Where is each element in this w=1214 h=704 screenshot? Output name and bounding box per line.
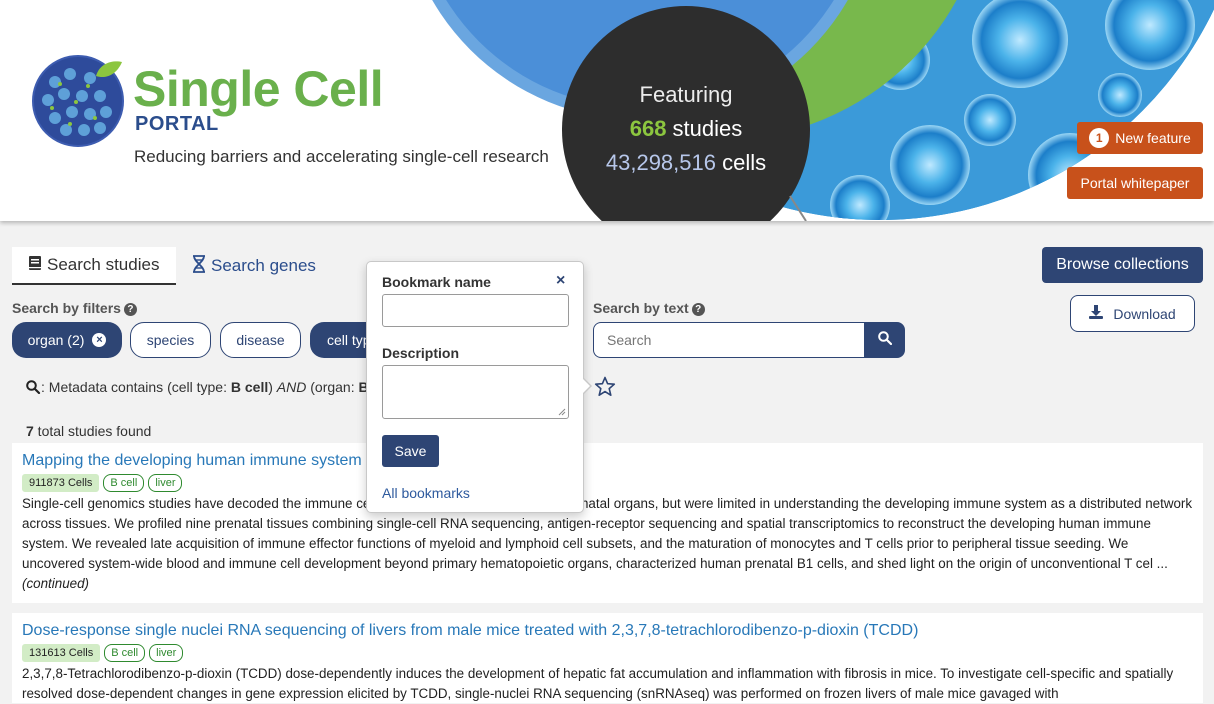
- logo-title: Single Cell: [133, 61, 384, 117]
- text-search-label: Search by text?: [593, 300, 705, 316]
- filter-pill-species[interactable]: species: [130, 322, 211, 358]
- text-search-label-text: Search by text: [593, 300, 689, 316]
- search-icon: [877, 330, 892, 350]
- study-title-link[interactable]: Dose-response single nuclei RNA sequenci…: [22, 621, 1193, 641]
- save-button[interactable]: Save: [382, 435, 439, 467]
- cell-type-badge: B cell: [104, 644, 146, 662]
- study-count-label: studies: [666, 116, 743, 141]
- description-label: Description: [382, 345, 460, 361]
- cell-count: 43,298,516 cells: [566, 150, 806, 176]
- filter-pill-organ[interactable]: organ (2) ×: [12, 322, 122, 358]
- featuring-heading: Featuring: [639, 82, 733, 107]
- search-icon: [26, 379, 41, 395]
- resize-handle-icon[interactable]: [558, 408, 566, 416]
- new-feature-label: New feature: [1115, 130, 1191, 146]
- study-description: 2,3,7,8-Tetrachlorodibenzo-p-dioxin (TCD…: [22, 666, 1174, 701]
- study-card: Dose-response single nuclei RNA sequenci…: [12, 613, 1203, 703]
- results-count: 7 total studies found: [26, 423, 151, 439]
- cell-count-label: cells: [715, 150, 767, 175]
- cell-count-badge: 131613 Cells: [22, 644, 101, 662]
- metadata-query: : Metadata contains (cell type: B cell) …: [26, 379, 369, 395]
- bookmark-name-input[interactable]: [382, 294, 569, 327]
- tagline: Reducing barriers and accelerating singl…: [134, 147, 549, 166]
- organ-badge: liver: [148, 474, 183, 492]
- results-count-value: 7: [26, 423, 34, 439]
- bookmark-star-icon[interactable]: [594, 376, 616, 402]
- close-icon[interactable]: ×: [556, 272, 565, 290]
- cell-count-value: 43,298,516: [605, 150, 716, 175]
- bookmark-popover: Bookmark name × Description Save All boo…: [366, 261, 584, 513]
- cell-type-badge: B cell: [103, 474, 145, 492]
- portal-header: Single Cell PORTAL Reducing barriers and…: [0, 0, 1214, 221]
- cell-count-badge: 911873 Cells: [22, 474, 100, 492]
- filters-label: Search by filters?: [12, 300, 137, 316]
- metadata-organ-prefix: (organ:: [306, 379, 359, 395]
- study-card: Mapping the developing human immune syst…: [12, 443, 1203, 603]
- portal-whitepaper-button[interactable]: Portal whitepaper: [1067, 167, 1203, 199]
- metadata-cell-type: B cell: [230, 379, 269, 395]
- search-button[interactable]: [864, 322, 905, 358]
- new-feature-button[interactable]: 1 New feature: [1077, 122, 1203, 154]
- organ-badge: liver: [149, 644, 184, 662]
- tab-search-studies[interactable]: Search studies: [12, 247, 176, 285]
- study-count-value: 668: [629, 116, 667, 141]
- search-input[interactable]: [593, 322, 865, 358]
- popover-arrow-inner: [582, 378, 590, 394]
- logo-subtitle: PORTAL: [135, 113, 219, 135]
- results-count-label: total studies found: [33, 423, 152, 439]
- download-icon: [1089, 305, 1104, 322]
- study-description-text: Single-cell genomics studies have decode…: [22, 496, 1193, 571]
- download-button[interactable]: Download: [1070, 295, 1195, 332]
- book-icon: [28, 255, 42, 276]
- all-bookmarks-link[interactable]: All bookmarks: [382, 485, 470, 501]
- filters-label-text: Search by filters: [12, 300, 121, 316]
- help-icon[interactable]: ?: [123, 303, 137, 316]
- download-label: Download: [1113, 305, 1176, 322]
- study-title-link[interactable]: Mapping the developing human immune syst…: [22, 451, 1193, 471]
- bookmark-name-label: Bookmark name: [382, 274, 491, 290]
- study-count: 668 studies: [566, 116, 806, 142]
- filter-pill-disease[interactable]: disease: [220, 322, 301, 358]
- browse-collections-button[interactable]: Browse collections: [1042, 247, 1203, 283]
- continued-link[interactable]: (continued): [22, 576, 89, 591]
- filter-pill-organ-label: organ (2): [27, 332, 85, 348]
- tab-search-genes[interactable]: Search genes: [192, 247, 316, 285]
- metadata-mid: ): [268, 379, 277, 395]
- tab-search-studies-label: Search studies: [47, 255, 160, 274]
- metadata-and: AND: [276, 379, 307, 395]
- study-tags: 131613 Cells B cell liver: [22, 644, 1193, 662]
- study-tags: 911873 Cells B cell liver: [22, 474, 1193, 492]
- metadata-prefix: : Metadata contains (cell type:: [41, 379, 231, 395]
- help-icon[interactable]: ?: [691, 303, 705, 316]
- tab-search-genes-label: Search genes: [211, 256, 316, 275]
- new-feature-badge: 1: [1089, 128, 1110, 148]
- clear-filter-icon[interactable]: ×: [92, 333, 107, 347]
- dna-icon: [192, 254, 206, 278]
- study-description: Single-cell genomics studies have decode…: [22, 494, 1193, 594]
- description-textarea[interactable]: [382, 365, 569, 419]
